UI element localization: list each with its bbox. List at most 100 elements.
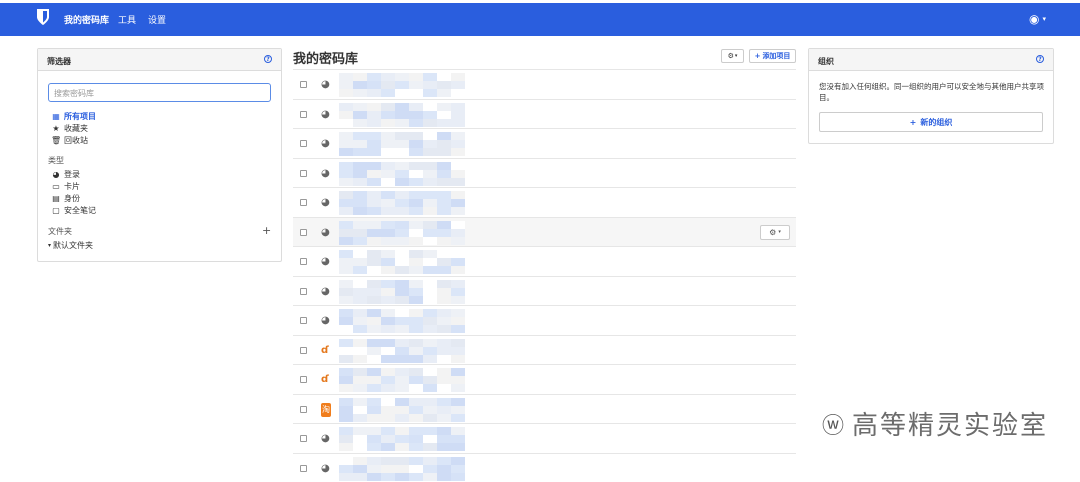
redacted-item-name[interactable] (339, 427, 465, 451)
filter-label: 卡片 (64, 181, 80, 193)
vault-options-button[interactable]: ⚙▾ (721, 49, 744, 63)
watermark-text: 高等精灵实验室 (852, 405, 1048, 442)
table-row[interactable]: ◕ (293, 69, 796, 99)
redacted-item-name[interactable] (339, 309, 465, 333)
redacted-item-name[interactable] (339, 280, 465, 304)
bitwarden-logo[interactable] (37, 9, 49, 25)
redacted-item-name[interactable] (339, 103, 465, 127)
row-checkbox[interactable] (300, 140, 307, 147)
add-folder-icon[interactable]: + (262, 224, 271, 237)
redacted-item-name[interactable] (339, 191, 465, 215)
row-checkbox[interactable] (300, 435, 307, 442)
redacted-item-name[interactable] (339, 73, 465, 97)
row-checkbox[interactable] (300, 406, 307, 413)
add-item-label: 添加项目 (762, 51, 790, 61)
table-row[interactable]: 淘 (293, 394, 796, 424)
row-checkbox[interactable] (300, 258, 307, 265)
user-circle-icon: ◉ (1029, 12, 1039, 26)
table-row[interactable]: ◕ ⚙▾ (293, 217, 796, 247)
organizations-panel: 组织 ? 您没有加入任何组织。同一组织的用户可以安全地与其他用户共享项目。 +新… (808, 48, 1054, 144)
redacted-item-name[interactable] (339, 162, 465, 186)
globe-icon: ◕ (321, 139, 330, 149)
filter-type-card[interactable]: ▭卡片 (51, 181, 96, 193)
globe-icon: ◕ (321, 257, 330, 267)
folder-list: ▾默认文件夹 (48, 240, 93, 252)
help-icon[interactable]: ? (264, 55, 272, 63)
filter-favorites[interactable]: ★收藏夹 (51, 123, 96, 135)
taobao-icon: 淘 (321, 403, 331, 417)
nav-tools[interactable]: 工具 (118, 13, 136, 26)
row-checkbox[interactable] (300, 111, 307, 118)
star-icon: ★ (51, 123, 61, 135)
globe-icon: ◕ (321, 228, 330, 238)
row-checkbox[interactable] (300, 229, 307, 236)
row-checkbox[interactable] (300, 317, 307, 324)
filter-label: 登录 (64, 169, 80, 181)
row-checkbox[interactable] (300, 376, 307, 383)
row-checkbox[interactable] (300, 81, 307, 88)
row-checkbox[interactable] (300, 199, 307, 206)
globe-icon: ◕ (321, 169, 330, 179)
redacted-item-name[interactable] (339, 221, 465, 245)
table-row[interactable]: ◕ (293, 99, 796, 129)
new-organization-button[interactable]: +新的组织 (819, 112, 1043, 132)
nav-settings[interactable]: 设置 (148, 13, 166, 26)
globe-icon: ◕ (321, 80, 330, 90)
help-icon[interactable]: ? (1036, 55, 1044, 63)
redacted-item-name[interactable] (339, 132, 465, 156)
folders-heading: 文件夹 (48, 226, 72, 237)
table-row[interactable]: ◕ (293, 305, 796, 335)
table-row[interactable]: ◕ (293, 423, 796, 453)
table-row[interactable]: ◕ (293, 187, 796, 217)
globe-icon: ◕ (51, 169, 61, 181)
table-row[interactable]: ◕ (293, 246, 796, 276)
filter-label: 安全笔记 (64, 205, 96, 217)
watermark: ⓦ 高等精灵实验室 (822, 405, 1048, 442)
add-item-button[interactable]: +添加项目 (749, 49, 796, 63)
table-row[interactable]: ◕ (293, 276, 796, 306)
filter-type-login[interactable]: ◕登录 (51, 169, 96, 181)
types-heading: 类型 (48, 155, 64, 166)
page-title: 我的密码库 (293, 48, 358, 67)
filter-trash[interactable]: 🗑回收站 (51, 135, 96, 147)
row-checkbox[interactable] (300, 347, 307, 354)
caret-down-icon: ▾ (1042, 15, 1046, 23)
nav-my-vault[interactable]: 我的密码库 (64, 13, 109, 26)
table-row[interactable]: ◕ (293, 158, 796, 188)
filter-all-items[interactable]: ▦所有项目 (51, 111, 96, 123)
search-input[interactable]: 搜索密码库 (48, 83, 271, 102)
redacted-item-name[interactable] (339, 457, 465, 481)
folder-label: 默认文件夹 (53, 240, 93, 252)
filter-label: 身份 (64, 193, 80, 205)
main-filter-list: ▦所有项目 ★收藏夹 🗑回收站 (51, 111, 96, 147)
organizations-header: 组织 ? (809, 49, 1053, 71)
filter-label: 收藏夹 (64, 123, 88, 135)
table-row[interactable]: ◕ (293, 453, 796, 482)
filter-label: 回收站 (64, 135, 88, 147)
redacted-item-name[interactable] (339, 250, 465, 274)
row-checkbox[interactable] (300, 465, 307, 472)
globe-icon: ◕ (321, 110, 330, 120)
redacted-item-name[interactable] (339, 398, 465, 422)
plus-icon: + (755, 52, 761, 60)
row-options-button[interactable]: ⚙▾ (760, 225, 790, 240)
row-checkbox[interactable] (300, 288, 307, 295)
table-row[interactable]: ◕ (293, 128, 796, 158)
id-card-icon: ▤ (51, 193, 61, 205)
table-row[interactable]: ɗ (293, 364, 796, 394)
filter-type-secure-note[interactable]: ▢安全笔记 (51, 205, 96, 217)
redacted-item-name[interactable] (339, 339, 465, 363)
douban-icon: ɗ (321, 346, 329, 356)
folder-item[interactable]: ▾默认文件夹 (48, 240, 93, 252)
globe-icon: ◕ (321, 434, 330, 444)
type-filter-list: ◕登录 ▭卡片 ▤身份 ▢安全笔记 (51, 169, 96, 217)
filter-type-identity[interactable]: ▤身份 (51, 193, 96, 205)
globe-icon: ◕ (321, 287, 330, 297)
account-menu[interactable]: ◉▾ (1029, 12, 1046, 26)
table-row[interactable]: ɗ (293, 335, 796, 365)
organizations-empty-text: 您没有加入任何组织。同一组织的用户可以安全地与其他用户共享项目。 (819, 81, 1044, 103)
row-checkbox[interactable] (300, 170, 307, 177)
douban-icon: ɗ (321, 375, 329, 385)
globe-icon: ◕ (321, 464, 330, 474)
redacted-item-name[interactable] (339, 368, 465, 392)
